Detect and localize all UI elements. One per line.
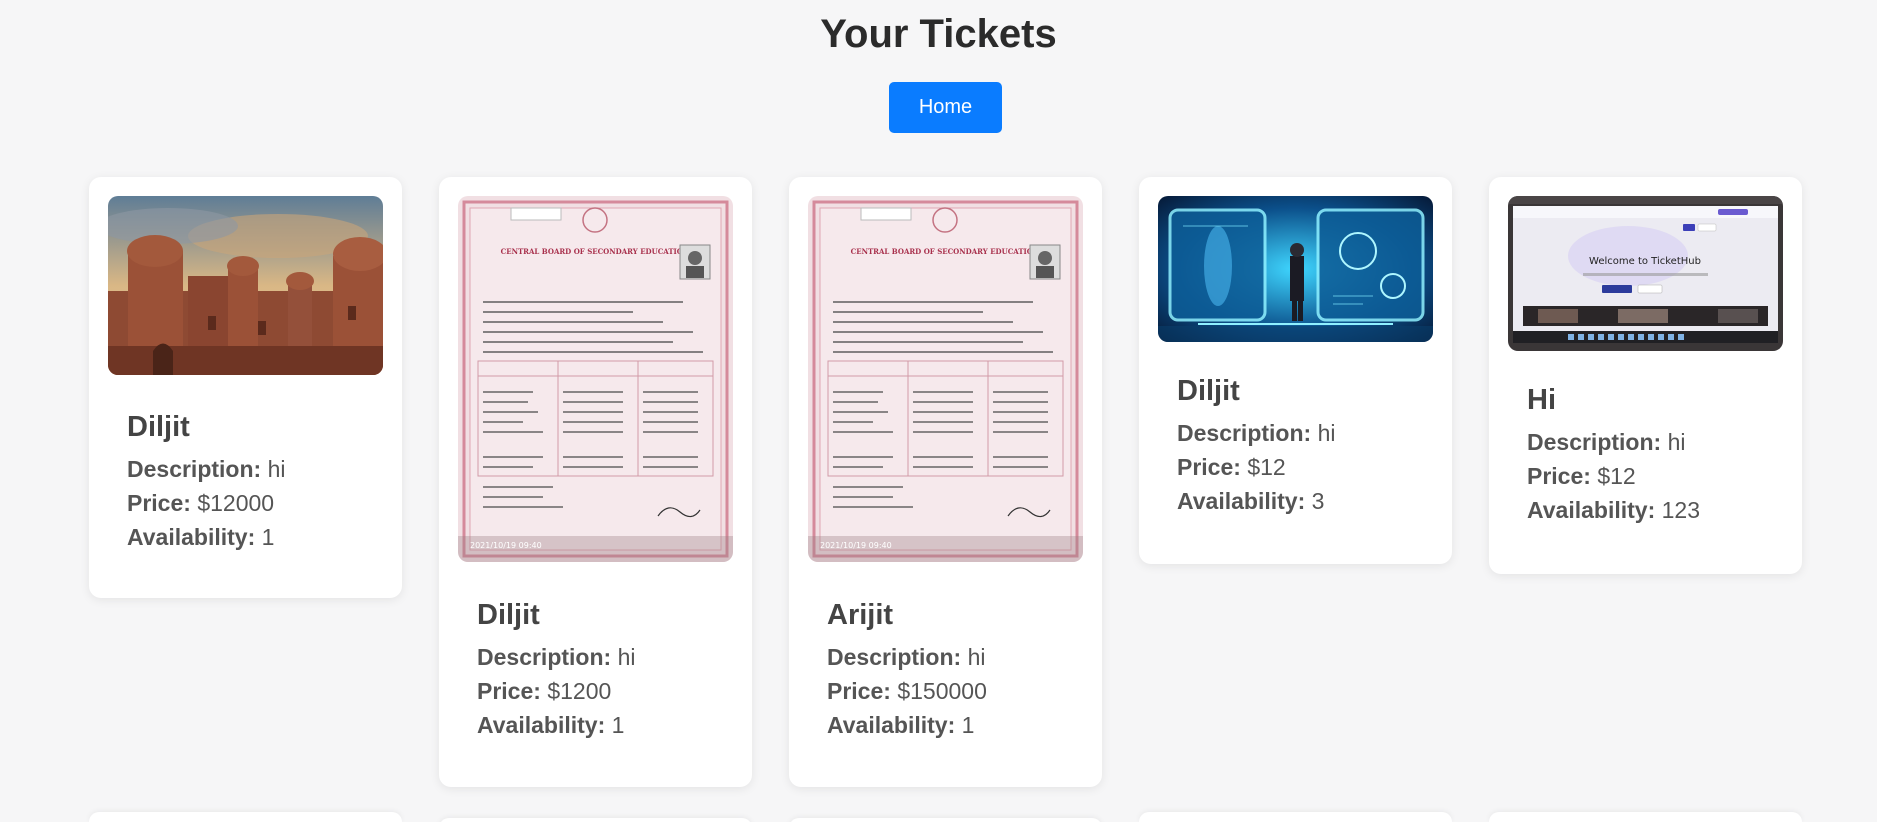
ticket-availability: Availability: 1 (477, 708, 732, 742)
price-value: $150000 (897, 678, 987, 704)
ticket-name: Hi (1527, 384, 1556, 416)
description-label: Description: (127, 456, 262, 482)
ticket-name: Diljit (477, 599, 540, 631)
price-label: Price: (1177, 454, 1241, 480)
ticket-description: Description: hi (827, 640, 1082, 674)
ticket-price: Price: $1200 (477, 674, 732, 708)
price-label: Price: (1527, 463, 1591, 489)
certificate-board-text: CENTRAL BOARD OF SECONDARY EDUCATION (501, 247, 690, 256)
screenshot-welcome-text: Welcome to TicketHub (1589, 256, 1701, 267)
certificate-board-text: CENTRAL BOARD OF SECONDARY EDUCATION (851, 247, 1040, 256)
ticket-availability: Availability: 123 (1527, 493, 1782, 527)
next-row-card-edge (439, 818, 752, 822)
ticket-name: Arijit (827, 599, 894, 631)
next-row-card-edge (1139, 812, 1452, 822)
ticket-image-futuristic-tech (1158, 196, 1433, 342)
price-value: $12 (1597, 463, 1636, 489)
home-button[interactable]: Home (889, 82, 1002, 133)
ticket-card: Diljit Description: hi Price: $12000 Ava… (89, 177, 402, 598)
description-label: Description: (1527, 429, 1662, 455)
ticket-price: Price: $150000 (827, 674, 1082, 708)
next-row-card-edge (1489, 812, 1802, 822)
availability-value: 1 (261, 524, 275, 550)
ticket-availability: Availability: 1 (127, 520, 382, 554)
ticket-description: Description: hi (127, 452, 382, 486)
ticket-image-screenshot: Welcome to TicketHub (1508, 196, 1783, 351)
description-label: Description: (1177, 420, 1312, 446)
ticket-card: CENTRAL BOARD OF SECONDARY EDUCATION 202… (439, 177, 752, 787)
availability-value: 3 (1311, 488, 1325, 514)
price-label: Price: (477, 678, 541, 704)
availability-label: Availability: (1177, 488, 1306, 514)
ticket-description: Description: hi (1177, 416, 1432, 450)
availability-label: Availability: (827, 712, 956, 738)
price-value: $12 (1247, 454, 1286, 480)
ticket-description: Description: hi (1527, 425, 1782, 459)
description-value: hi (267, 456, 286, 482)
description-label: Description: (827, 644, 962, 670)
price-label: Price: (127, 490, 191, 516)
certificate-timestamp: 2021/10/19 09:40 (470, 541, 542, 550)
availability-value: 123 (1661, 497, 1701, 523)
ticket-image-fort (108, 196, 383, 375)
ticket-price: Price: $12 (1177, 450, 1432, 484)
next-row-card-edge (89, 812, 402, 822)
price-value: $1200 (547, 678, 612, 704)
price-value: $12000 (197, 490, 275, 516)
ticket-image-certificate: CENTRAL BOARD OF SECONDARY EDUCATION 202… (808, 196, 1083, 562)
description-value: hi (967, 644, 986, 670)
ticket-availability: Availability: 3 (1177, 484, 1432, 518)
description-value: hi (617, 644, 636, 670)
description-value: hi (1317, 420, 1336, 446)
availability-value: 1 (611, 712, 625, 738)
tickets-page: Your Tickets Home Diljit Description: hi… (0, 0, 1877, 822)
ticket-price: Price: $12 (1527, 459, 1782, 493)
description-value: hi (1667, 429, 1686, 455)
ticket-price: Price: $12000 (127, 486, 382, 520)
availability-label: Availability: (477, 712, 606, 738)
ticket-card: Diljit Description: hi Price: $12 Availa… (1139, 177, 1452, 564)
availability-label: Availability: (127, 524, 256, 550)
page-title: Your Tickets (820, 12, 1057, 56)
ticket-name: Diljit (127, 411, 190, 443)
price-label: Price: (827, 678, 891, 704)
ticket-card: Welcome to TicketHub Hi Description: hi … (1489, 177, 1802, 574)
ticket-name: Diljit (1177, 375, 1240, 407)
ticket-description: Description: hi (477, 640, 732, 674)
ticket-availability: Availability: 1 (827, 708, 1082, 742)
ticket-image-certificate: CENTRAL BOARD OF SECONDARY EDUCATION 202… (458, 196, 733, 562)
ticket-card: CENTRAL BOARD OF SECONDARY EDUCATION 202… (789, 177, 1102, 787)
next-row-card-edge (789, 818, 1102, 822)
availability-value: 1 (961, 712, 975, 738)
availability-label: Availability: (1527, 497, 1656, 523)
description-label: Description: (477, 644, 612, 670)
certificate-timestamp: 2021/10/19 09:40 (820, 541, 892, 550)
